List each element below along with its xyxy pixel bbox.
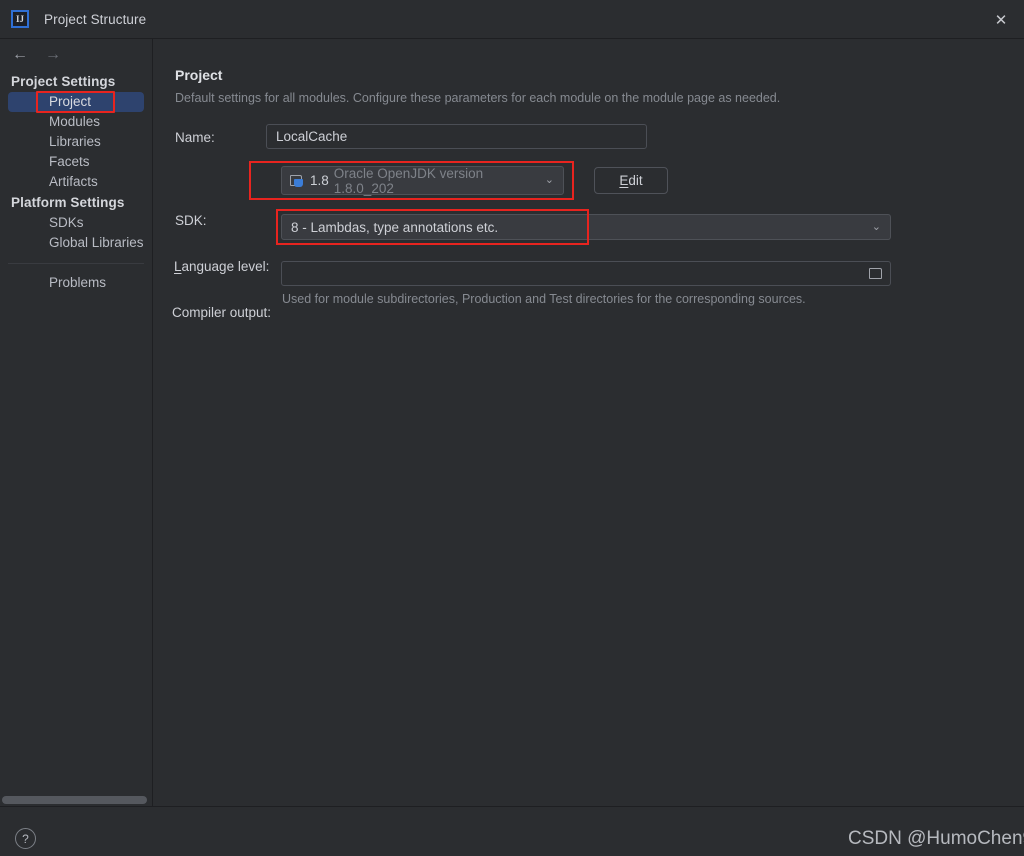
- sidebar-item-artifacts[interactable]: Artifacts: [8, 172, 144, 192]
- compiler-output-hint: Used for module subdirectories, Producti…: [282, 292, 806, 306]
- chevron-down-icon: ⌄: [544, 174, 554, 186]
- sidebar-item-label: SDKs: [49, 215, 84, 230]
- navigation-arrows: ← →: [0, 39, 152, 71]
- back-arrow-icon[interactable]: ←: [12, 47, 28, 63]
- sidebar-item-label: Project: [49, 94, 92, 109]
- sdk-label: SDK:: [175, 213, 207, 228]
- sidebar-item-modules[interactable]: Modules: [8, 112, 144, 132]
- sidebar-item-problems[interactable]: Problems: [8, 273, 144, 293]
- title-bar: IJ Project Structure ✕: [0, 0, 1024, 39]
- sidebar-divider: [8, 263, 144, 264]
- language-level-mnemonic: L: [174, 259, 182, 274]
- close-icon[interactable]: ✕: [978, 0, 1024, 39]
- language-level-label-text: anguage level:: [181, 259, 270, 274]
- language-level-label: Language level:: [174, 259, 269, 274]
- sidebar-group-platform-settings: Platform Settings: [11, 195, 125, 210]
- folder-icon[interactable]: [869, 268, 882, 279]
- compiler-output-input[interactable]: [281, 261, 891, 286]
- page-subtitle: Default settings for all modules. Config…: [175, 91, 781, 105]
- sdk-combobox[interactable]: 1.8 Oracle OpenJDK version 1.8.0_202 ⌄: [281, 165, 564, 196]
- sidebar-item-facets[interactable]: Facets: [8, 152, 144, 172]
- sdk-description-label: Oracle OpenJDK version 1.8.0_202: [333, 165, 484, 196]
- edit-button-mnemonic: E: [619, 173, 629, 188]
- dialog-footer: ? OK Cancel Apply: [0, 806, 1024, 856]
- intellij-idea-logo-icon: IJ: [11, 10, 29, 28]
- sidebar-item-label: Modules: [49, 114, 101, 129]
- name-input-value: LocalCache: [276, 129, 348, 144]
- sidebar-horizontal-scrollbar[interactable]: [2, 796, 147, 804]
- sidebar-item-label: Problems: [49, 275, 107, 290]
- edit-button-label: dit: [628, 173, 643, 188]
- sidebar-group-project-settings: Project Settings: [11, 74, 116, 89]
- chevron-down-icon: ⌄: [871, 220, 881, 233]
- sidebar-item-libraries[interactable]: Libraries: [8, 132, 144, 152]
- sidebar-item-global-libraries[interactable]: Global Libraries: [8, 233, 144, 253]
- edit-sdk-button[interactable]: Edit: [594, 167, 668, 194]
- page-title: Project: [175, 67, 223, 83]
- sidebar-item-label: Artifacts: [49, 174, 98, 189]
- name-input[interactable]: LocalCache: [266, 124, 647, 149]
- forward-arrow-icon[interactable]: →: [45, 47, 61, 63]
- compiler-output-label: Compiler output:: [172, 305, 272, 320]
- settings-sidebar: ← → Project Settings Project Modules Lib…: [0, 39, 153, 806]
- window-title: Project Structure: [44, 11, 147, 27]
- sidebar-item-label: Facets: [49, 154, 90, 169]
- sdk-version-label: 1.8: [310, 173, 329, 188]
- sidebar-item-label: Libraries: [49, 134, 101, 149]
- language-level-combobox[interactable]: 8 - Lambdas, type annotations etc. ⌄: [281, 214, 891, 240]
- project-structure-dialog: IJ Project Structure ✕ ← → Project Setti…: [0, 0, 1024, 856]
- sidebar-item-sdks[interactable]: SDKs: [8, 213, 144, 233]
- java-sdk-icon: [290, 174, 305, 188]
- help-icon[interactable]: ?: [15, 828, 36, 849]
- sidebar-item-label: Global Libraries: [49, 235, 144, 250]
- name-label: Name:: [175, 130, 215, 145]
- project-settings-panel: Project Default settings for all modules…: [154, 39, 1024, 806]
- sidebar-item-project[interactable]: Project: [8, 91, 144, 113]
- language-level-value: 8 - Lambdas, type annotations etc.: [291, 219, 499, 235]
